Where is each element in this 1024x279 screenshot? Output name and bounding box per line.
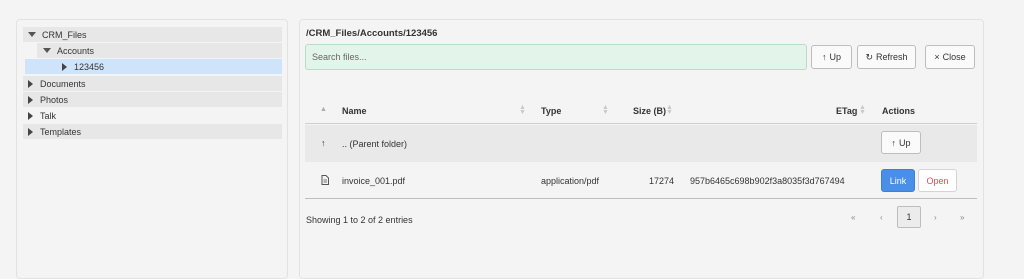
tree-item-label: CRM_Files bbox=[42, 29, 87, 40]
column-header-size[interactable]: Size (B) bbox=[633, 106, 666, 116]
column-header-actions: Actions bbox=[882, 106, 916, 116]
tree-item-label: Photos bbox=[40, 94, 69, 105]
file-pdf-icon bbox=[321, 175, 329, 185]
file-etag: 957b6465c698b902f3a8035f3d767494 bbox=[690, 176, 845, 186]
column-header-type[interactable]: Type bbox=[541, 106, 561, 116]
close-button-label: Close bbox=[942, 52, 966, 62]
file-size: 17274 bbox=[649, 176, 675, 186]
pagination-last[interactable]: » bbox=[960, 213, 964, 222]
caret-down-icon[interactable] bbox=[43, 48, 51, 53]
parent-up-button[interactable]: ↑ Up bbox=[881, 131, 921, 154]
tree-item-photos[interactable]: Photos bbox=[23, 92, 282, 107]
close-icon: × bbox=[934, 52, 940, 62]
link-button[interactable]: Link bbox=[881, 169, 915, 192]
arrow-up-icon: ↑ bbox=[891, 137, 896, 148]
tree-item-templates[interactable]: Templates bbox=[23, 124, 282, 139]
caret-right-icon[interactable] bbox=[62, 62, 67, 71]
caret-down-icon[interactable] bbox=[28, 32, 36, 37]
pagination-previous[interactable]: ‹ bbox=[880, 213, 883, 222]
sort-icon[interactable]: ▲ ▼ bbox=[519, 104, 526, 116]
tree-item-label: Templates bbox=[40, 126, 82, 137]
tree-item-crm-files[interactable]: CRM_Files bbox=[23, 27, 282, 42]
caret-right-icon[interactable] bbox=[28, 95, 33, 104]
folder-tree-panel: CRM_Files Accounts 123456 Documents Phot… bbox=[16, 19, 288, 279]
parent-folder-icon: ↑ bbox=[321, 138, 326, 148]
current-path: /CRM_Files/Accounts/123456 bbox=[306, 28, 438, 39]
tree-item-accounts[interactable]: Accounts bbox=[37, 43, 282, 58]
table-header: ▲ Name ▲ ▼ Type ▲ ▼ Size (B) ▲ ▼ ETag ▲ ▼ Ac… bbox=[305, 98, 977, 124]
tree-item-label: 123456 bbox=[74, 61, 105, 72]
arrow-up-icon: ↑ bbox=[821, 52, 827, 62]
file-type: application/pdf bbox=[541, 176, 600, 186]
caret-right-icon[interactable] bbox=[28, 127, 33, 136]
up-button-label: Up bbox=[829, 52, 841, 62]
sort-icon[interactable]: ▲ ▼ bbox=[859, 104, 866, 116]
parent-up-label: Up bbox=[898, 137, 911, 148]
open-button[interactable]: Open bbox=[918, 169, 957, 192]
up-button[interactable]: ↑ Up bbox=[811, 45, 852, 69]
sort-icon[interactable]: ▲ ▼ bbox=[666, 104, 673, 116]
caret-right-icon[interactable] bbox=[28, 79, 33, 88]
tree-item-label: Talk bbox=[40, 110, 57, 121]
caret-right-icon[interactable] bbox=[28, 111, 33, 120]
pagination-page[interactable]: 1 bbox=[897, 206, 921, 228]
file-name[interactable]: invoice_001.pdf bbox=[342, 176, 405, 186]
table-info: Showing 1 to 2 of 2 entries bbox=[306, 215, 413, 225]
tree-item-label: Accounts bbox=[57, 45, 95, 56]
refresh-icon: ↻ bbox=[865, 51, 874, 62]
refresh-button[interactable]: ↻ Refresh bbox=[857, 45, 916, 69]
tree-item-documents[interactable]: Documents bbox=[23, 76, 282, 91]
table-row[interactable]: invoice_001.pdf application/pdf 17274 95… bbox=[305, 162, 977, 199]
file-browser-panel: /CRM_Files/Accounts/123456 ↑ Up ↻ Refres… bbox=[299, 19, 984, 279]
tree-item-label: Documents bbox=[40, 78, 86, 89]
search-input[interactable] bbox=[305, 44, 807, 70]
column-header-etag[interactable]: ETag bbox=[836, 106, 857, 116]
close-button[interactable]: × Close bbox=[925, 45, 975, 69]
refresh-button-label: Refresh bbox=[876, 52, 908, 62]
column-header-name[interactable]: Name bbox=[342, 106, 367, 116]
pagination-first[interactable]: « bbox=[851, 213, 855, 222]
tree-item-123456[interactable]: 123456 bbox=[25, 59, 282, 74]
sort-asc-icon[interactable]: ▲ bbox=[320, 106, 327, 113]
tree-item-talk[interactable]: Talk bbox=[23, 108, 282, 123]
pagination-next[interactable]: › bbox=[934, 213, 937, 222]
sort-icon[interactable]: ▲ ▼ bbox=[602, 104, 609, 116]
parent-folder-name[interactable]: .. (Parent folder) bbox=[342, 139, 407, 149]
table-row-parent-folder[interactable]: ↑ .. (Parent folder) ↑ Up bbox=[305, 125, 977, 162]
